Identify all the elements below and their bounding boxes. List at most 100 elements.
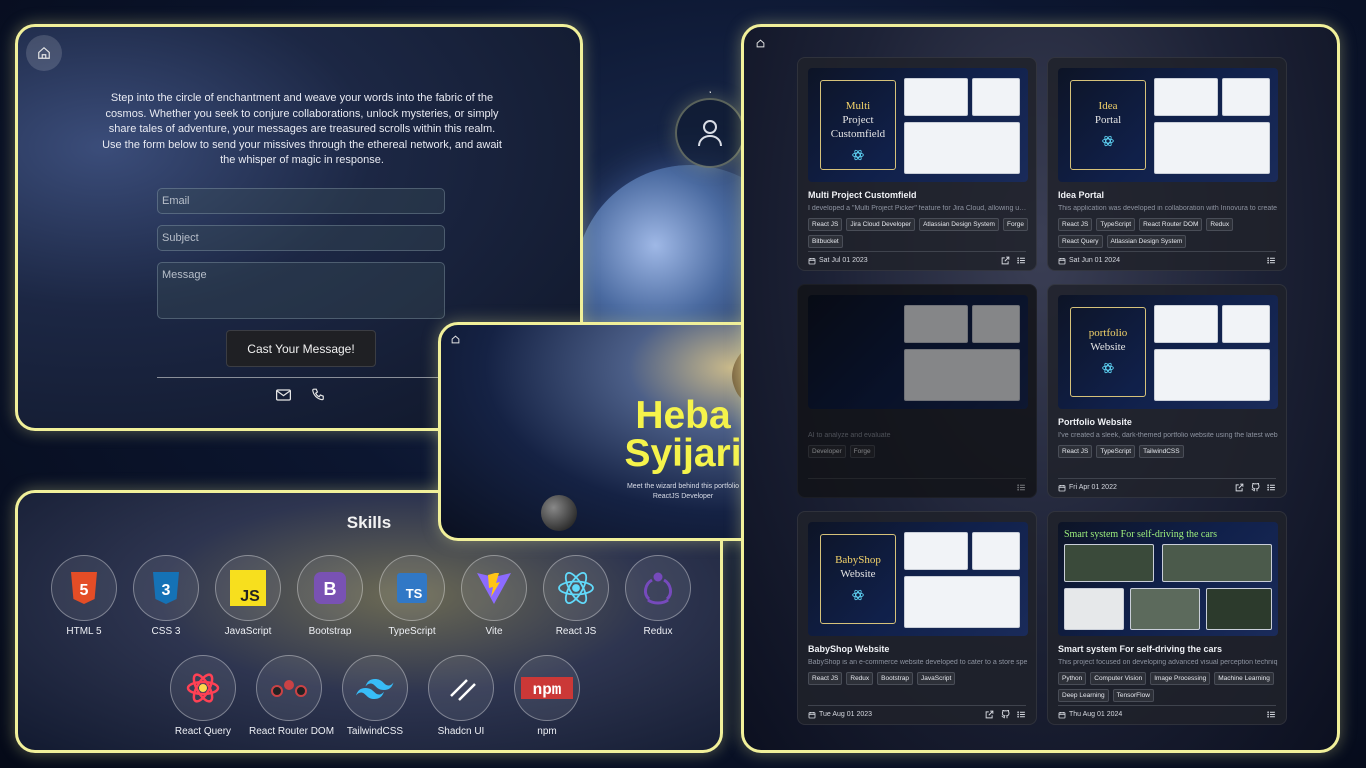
skill-label: Shadcn UI xyxy=(437,726,485,737)
thumb-word: Website xyxy=(840,568,876,580)
project-tag: React JS xyxy=(808,218,843,231)
project-tag: Computer Vision xyxy=(1090,672,1147,685)
details-list-icon[interactable] xyxy=(1267,710,1276,719)
github-icon[interactable] xyxy=(1251,483,1260,492)
external-link-icon[interactable] xyxy=(985,710,994,719)
skill-npm: npm npm xyxy=(507,655,587,737)
project-description: BabyShop is an e-commerce website develo… xyxy=(808,659,1028,666)
details-list-icon[interactable] xyxy=(1017,710,1026,719)
project-thumbnail: BabyShop Website xyxy=(808,522,1028,636)
project-title: Multi Project Customfield xyxy=(808,190,917,200)
home-icon xyxy=(38,46,50,59)
home-button[interactable] xyxy=(447,331,463,347)
project-tag: React Router DOM xyxy=(1139,218,1203,231)
project-tag: TensorFlow xyxy=(1112,689,1154,702)
project-tag: Atlassian Design System xyxy=(919,218,999,231)
project-footer: Thu Aug 01 2024 xyxy=(1058,705,1276,719)
skill-vite: Vite xyxy=(454,555,534,637)
project-footer: Fri Apr 01 2022 xyxy=(1058,478,1276,492)
project-thumbnail xyxy=(808,295,1028,409)
skill-badge xyxy=(625,555,691,621)
send-message-button[interactable]: Cast Your Message! xyxy=(226,330,376,367)
details-list-icon[interactable] xyxy=(1267,256,1276,265)
skill-badge xyxy=(428,655,494,721)
skill-badge: 5 xyxy=(51,555,117,621)
project-tags: React JS Jira Cloud Developer Atlassian De… xyxy=(808,218,1030,248)
bootstrap-icon: B xyxy=(314,572,346,604)
skill-redux: Redux xyxy=(618,555,698,637)
html5-icon: 5 xyxy=(69,571,99,605)
react-icon xyxy=(1102,362,1114,374)
project-card[interactable]: Multi Project Customfield Multi Project Cu… xyxy=(797,57,1037,271)
mail-icon[interactable] xyxy=(276,388,291,402)
project-date: Tue Aug 01 2023 xyxy=(808,711,985,719)
svg-text:B: B xyxy=(324,579,337,599)
skill-react-query: React Query xyxy=(163,655,243,737)
skill-label: JavaScript xyxy=(224,626,272,637)
thumb-headline: Smart system For self-driving the cars xyxy=(1064,528,1217,542)
project-tag: React JS xyxy=(1058,218,1093,231)
project-description: I developed a "Multi Project Picker" fea… xyxy=(808,205,1028,212)
svg-text:3: 3 xyxy=(162,582,171,599)
details-list-icon[interactable] xyxy=(1017,256,1026,265)
react-icon xyxy=(852,149,864,161)
project-date-text: Sat Jun 01 2024 xyxy=(1069,257,1120,264)
typescript-icon: TS xyxy=(397,573,427,603)
thumb-word: BabyShop xyxy=(835,554,881,566)
tailwind-icon xyxy=(356,677,394,699)
phone-icon[interactable] xyxy=(311,388,325,402)
project-tags: Developer Forge xyxy=(808,445,1030,458)
skill-label: React Query xyxy=(174,726,232,737)
project-thumbnail: Smart system For self-driving the cars xyxy=(1058,522,1278,636)
project-title: Idea Portal xyxy=(1058,190,1105,200)
project-tag: JavaScript xyxy=(917,672,956,685)
details-list-icon[interactable] xyxy=(1267,483,1276,492)
project-card[interactable]: portfolio Website Portfolio Website I've … xyxy=(1047,284,1287,498)
project-card[interactable]: AI to analyze and evaluate Developer Forg… xyxy=(797,284,1037,498)
project-tags: React JS TypeScript TailwindCSS xyxy=(1058,445,1280,458)
project-card[interactable]: Idea Portal Idea Portal This application … xyxy=(1047,57,1287,271)
project-actions xyxy=(1017,483,1026,492)
project-tags: React JS Redux Bootstrap JavaScript xyxy=(808,672,1030,685)
project-description: AI to analyze and evaluate xyxy=(808,432,891,439)
external-link-icon[interactable] xyxy=(1001,256,1010,265)
thumb-title-card: Idea Portal xyxy=(1070,80,1146,170)
project-date: Sat Jul 01 2023 xyxy=(808,257,1001,265)
contact-intro-text: Step into the circle of enchantment and … xyxy=(102,92,502,166)
skill-badge: npm xyxy=(514,655,580,721)
skill-badge xyxy=(461,555,527,621)
skill-badge: 3 xyxy=(133,555,199,621)
thumb-word: Customfield xyxy=(830,128,886,140)
project-card[interactable]: Smart system For self-driving the cars S… xyxy=(1047,511,1287,725)
project-tag: Jira Cloud Developer xyxy=(846,218,916,231)
about-avatar-button[interactable] xyxy=(675,98,745,168)
project-actions xyxy=(1001,256,1026,265)
skill-label: React Router DOM xyxy=(249,726,335,737)
project-actions xyxy=(1267,256,1276,265)
skill-label: Bootstrap xyxy=(308,626,352,637)
skill-label: React JS xyxy=(555,626,597,637)
home-button[interactable] xyxy=(26,35,62,71)
shadcn-icon xyxy=(445,672,477,704)
subject-field[interactable] xyxy=(157,225,445,251)
details-list-icon[interactable] xyxy=(1017,483,1026,492)
skill-badge xyxy=(256,655,322,721)
thumb-word: portfolio xyxy=(1088,327,1128,339)
svg-text:TS: TS xyxy=(406,586,423,601)
message-field[interactable] xyxy=(157,262,445,319)
react-icon xyxy=(1102,135,1114,147)
project-actions xyxy=(1235,483,1276,492)
calendar-icon xyxy=(808,711,816,718)
project-tag: Machine Learning xyxy=(1214,672,1274,685)
project-card[interactable]: BabyShop Website BabyShop Website BabySho… xyxy=(797,511,1037,725)
skill-react-js: React JS xyxy=(536,555,616,637)
skill-tailwindcss: TailwindCSS xyxy=(335,655,415,737)
project-footer: Sat Jul 01 2023 xyxy=(808,251,1026,265)
project-date: Sat Jun 01 2024 xyxy=(1058,257,1267,265)
thumb-word: Multi xyxy=(845,100,871,112)
external-link-icon[interactable] xyxy=(1235,483,1244,492)
css3-icon: 3 xyxy=(151,571,181,605)
github-icon[interactable] xyxy=(1001,710,1010,719)
home-button[interactable] xyxy=(752,35,768,51)
email-field[interactable] xyxy=(157,188,445,214)
